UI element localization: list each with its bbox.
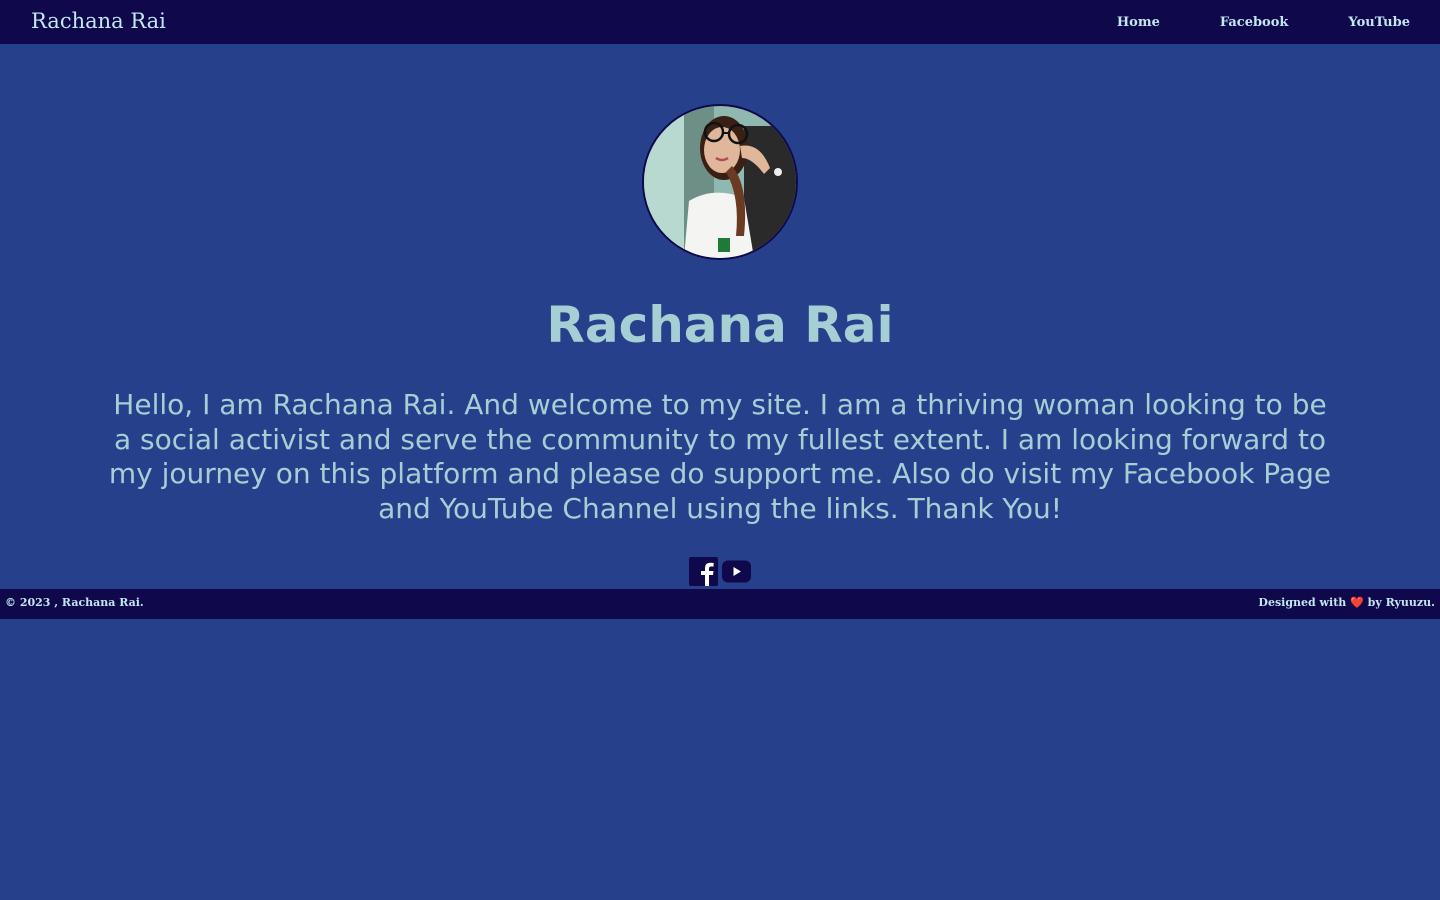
copyright-text: © 2023 , Rachana Rai.	[5, 596, 144, 609]
profile-name: Rachana Rai	[546, 296, 894, 354]
designed-by-prefix: Designed with	[1258, 596, 1347, 609]
brand-link[interactable]: Rachana Rai	[31, 8, 166, 34]
profile-avatar	[642, 104, 798, 260]
designed-by-credit: Designed with ❤️ by Ryuuzu.	[1258, 595, 1435, 611]
top-navbar: Rachana Rai Home Facebook YouTube	[0, 0, 1440, 44]
profile-photo	[644, 106, 796, 258]
page-footer: © 2023 , Rachana Rai. Designed with ❤️ b…	[0, 589, 1440, 619]
youtube-link[interactable]	[722, 557, 751, 590]
nav-facebook-link[interactable]: Facebook	[1220, 14, 1289, 32]
youtube-icon	[722, 560, 751, 583]
facebook-link[interactable]	[689, 557, 718, 590]
profile-bio: Hello, I am Rachana Rai. And welcome to …	[108, 388, 1332, 525]
designed-by-suffix: by Ryuuzu.	[1367, 596, 1435, 609]
heart-icon: ❤️	[1350, 596, 1364, 609]
nav-links: Home Facebook YouTube	[1117, 14, 1410, 32]
facebook-icon	[689, 557, 718, 586]
nav-youtube-link[interactable]: YouTube	[1348, 14, 1410, 32]
social-links	[689, 557, 751, 590]
nav-home-link[interactable]: Home	[1117, 14, 1160, 32]
